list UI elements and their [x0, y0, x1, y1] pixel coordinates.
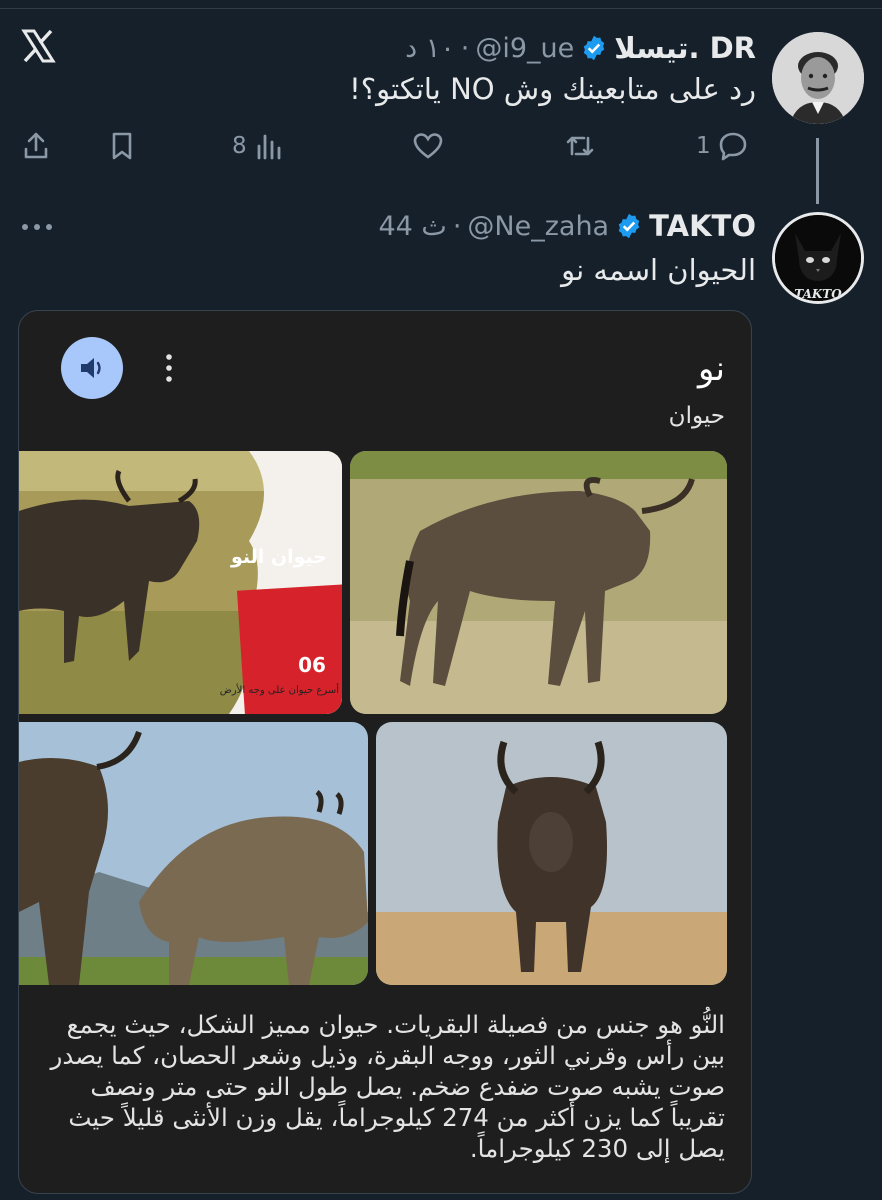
tweet2-display-name[interactable]: TAKTO [649, 209, 756, 243]
wildebeest-photo [19, 722, 368, 985]
reply-button[interactable]: 1 [696, 126, 749, 166]
reply-count: 1 [696, 133, 711, 159]
more-button[interactable] [20, 212, 54, 242]
bookmark-icon [112, 132, 132, 160]
share-icon [24, 132, 48, 159]
tweet2-text: الحيوان اسمه نو [561, 253, 756, 287]
attached-image-card[interactable]: نو حيوان حيوان النو 06 أسرع حيوان على وج… [18, 310, 752, 1194]
more-horizontal-icon [22, 224, 52, 230]
reply-icon [719, 132, 746, 161]
like-button[interactable] [412, 126, 444, 166]
views-chart-icon [257, 134, 281, 160]
wildebeest-photo [376, 722, 727, 985]
tweet1-handle[interactable]: @i9_ue [475, 33, 574, 64]
tweet1-text: رد على متابعينك وش NO ياتكتو؟! [349, 72, 756, 106]
avatar-tweet2[interactable]: TAKTO [772, 212, 864, 304]
listen-button[interactable] [61, 337, 123, 399]
image1-banner-text: حيوان النو [230, 546, 328, 568]
x-logo-icon[interactable] [20, 28, 56, 64]
views-count: 8 [232, 133, 247, 159]
card-more-button[interactable] [159, 351, 179, 385]
retweet-icon [566, 136, 594, 156]
tweet2-handle[interactable]: @Ne_zaha [467, 211, 609, 242]
card-title: نو [697, 349, 725, 389]
avatar-tweet1[interactable] [772, 32, 864, 124]
tweet1-header: تيسلا. DR @i9_ue · ١٠ د [405, 30, 756, 66]
thread-connector [816, 138, 819, 204]
more-vertical-icon [166, 354, 172, 382]
separator-dot: · [460, 32, 470, 64]
tweet1-time[interactable]: ١٠ د [405, 33, 455, 64]
wildebeest-image-3[interactable] [19, 722, 368, 985]
card-subtitle: حيوان [668, 403, 725, 429]
separator-dot: · [452, 210, 462, 242]
wildebeest-photo [350, 451, 727, 714]
speaker-icon [81, 358, 101, 378]
tweet1-display-name[interactable]: تيسلا. DR [614, 31, 756, 65]
verified-badge-icon [618, 213, 640, 239]
tweet2-header: TAKTO @Ne_zaha · 44 ث [378, 208, 756, 244]
top-divider [0, 8, 882, 9]
tweet1-action-bar: 8 1 [18, 126, 758, 166]
card-description: النُّو هو جنس من فصيلة البقريات. حيوان م… [50, 1010, 725, 1163]
image1-badge: 06 [291, 649, 333, 681]
verified-badge-icon [583, 35, 605, 61]
views-button[interactable]: 8 [232, 126, 285, 166]
wildebeest-image-2[interactable] [350, 451, 727, 714]
share-button[interactable] [20, 126, 52, 166]
heart-icon [413, 133, 443, 159]
avatar-label: TAKTO [794, 287, 842, 301]
bookmark-button[interactable] [106, 126, 138, 166]
wildebeest-image-1[interactable]: حيوان النو 06 أسرع حيوان على وجه الأرض [19, 451, 342, 714]
wildebeest-image-4[interactable] [376, 722, 727, 985]
image1-caption: أسرع حيوان على وجه الأرض [219, 685, 339, 696]
tweet2-time[interactable]: 44 ث [378, 211, 446, 242]
retweet-button[interactable] [564, 126, 596, 166]
